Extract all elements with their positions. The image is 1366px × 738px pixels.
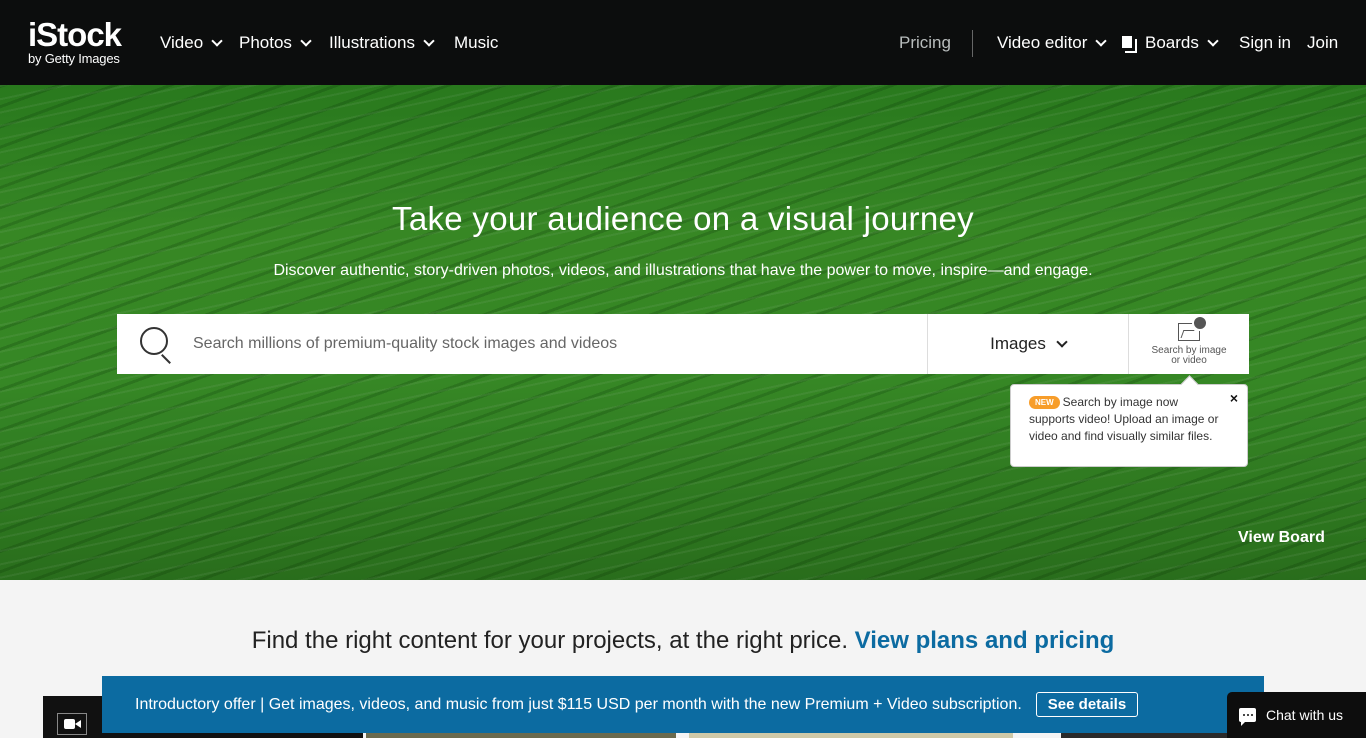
logo-subtitle: by Getty Images — [28, 51, 120, 66]
video-camera-icon — [57, 713, 87, 735]
chevron-down-icon — [300, 35, 312, 47]
search-bar: Images Search by image or video — [117, 314, 1249, 374]
chevron-down-icon — [423, 35, 435, 47]
view-plans-link[interactable]: View plans and pricing — [855, 627, 1115, 654]
search-type-dropdown[interactable]: Images — [927, 314, 1128, 374]
nav-music[interactable]: Music — [454, 33, 498, 53]
hero-title: Take your audience on a visual journey — [392, 200, 974, 237]
hero-banner: Take your audience on a visual journey D… — [0, 85, 1366, 580]
logo-brand: iStock — [28, 16, 122, 53]
nav-music-label: Music — [454, 33, 499, 52]
close-icon[interactable]: × — [1230, 390, 1238, 407]
chevron-down-icon — [211, 35, 223, 47]
nav-illustrations[interactable]: Illustrations — [329, 33, 435, 53]
nav-pricing[interactable]: Pricing — [899, 33, 951, 53]
chevron-down-icon — [1056, 336, 1068, 348]
nav-pricing-label: Pricing — [899, 33, 951, 52]
promo-banner: Introductory offer | Get images, videos,… — [102, 676, 1264, 733]
nav-video[interactable]: Video — [160, 33, 223, 53]
image-upload-icon — [1178, 314, 1208, 341]
chevron-down-icon — [1207, 35, 1219, 47]
nav-divider — [972, 30, 973, 57]
nav-video-label: Video — [160, 33, 204, 52]
search-type-value: Images — [990, 334, 1046, 353]
nav-photos-label: Photos — [239, 33, 292, 52]
search-by-image-button[interactable]: Search by image or video — [1128, 314, 1249, 374]
search-icon-ring — [140, 327, 168, 355]
nav-boards[interactable]: Boards — [1122, 33, 1219, 53]
nav-photos[interactable]: Photos — [239, 33, 312, 53]
nav-video-editor-label: Video editor — [997, 33, 1088, 52]
nav-illustrations-label: Illustrations — [329, 33, 415, 52]
search-by-image-label-2: or video — [1171, 354, 1207, 366]
chat-button[interactable]: Chat with us — [1227, 692, 1366, 738]
new-badge: NEW — [1029, 396, 1060, 409]
chevron-down-icon — [1095, 35, 1108, 47]
top-navigation: iStock by Getty Images Video Photos Illu… — [0, 0, 1366, 85]
search-icon-handle — [161, 354, 171, 364]
boards-icon — [1122, 35, 1137, 53]
search-by-image-label-1: Search by image — [1151, 344, 1227, 356]
sign-in-label: Sign in — [1239, 33, 1291, 52]
join-link[interactable]: Join — [1307, 33, 1338, 53]
search-icon[interactable] — [117, 314, 193, 374]
tagline-text: Find the right content for your projects… — [251, 627, 848, 654]
hero-subtitle: Discover authentic, story-driven photos,… — [273, 262, 1093, 279]
view-board-link[interactable]: View Board — [1238, 529, 1325, 547]
image-search-tooltip: NEW Search by image now supports video! U… — [1010, 384, 1248, 467]
search-input[interactable] — [193, 314, 927, 374]
sign-in-link[interactable]: Sign in — [1239, 33, 1291, 53]
istock-logo[interactable]: iStock by Getty Images — [28, 16, 122, 66]
pricing-tagline: Find the right content for your projects… — [0, 627, 1366, 655]
nav-video-editor[interactable]: Video editor — [997, 33, 1108, 53]
chat-bubble-icon — [1239, 708, 1256, 726]
chat-label: Chat with us — [1266, 707, 1344, 723]
nav-boards-label: Boards — [1145, 33, 1199, 52]
promo-text: Introductory offer | Get images, videos,… — [135, 695, 1022, 713]
join-label: Join — [1307, 33, 1339, 52]
see-details-button[interactable]: See details — [1035, 692, 1139, 717]
